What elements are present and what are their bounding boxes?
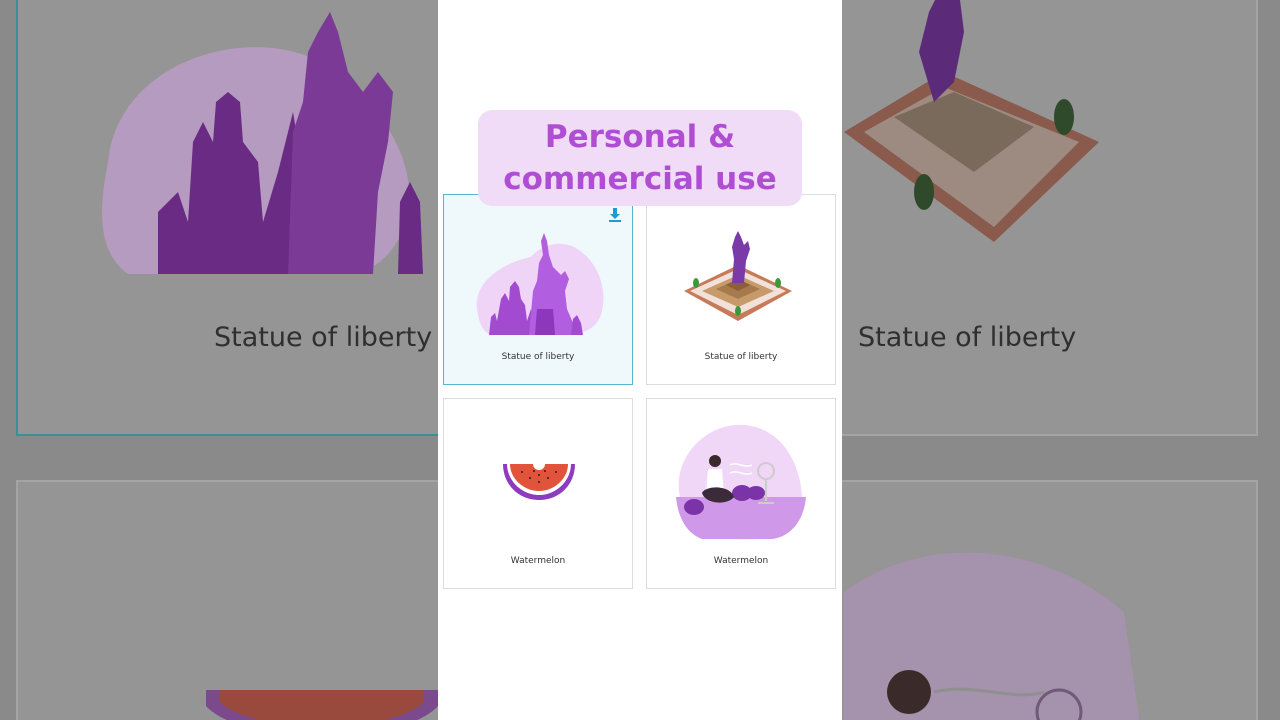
background-illustration [102,12,423,274]
blurred-background-right: Statue of liberty [842,0,1280,720]
background-person-illustration [844,552,1140,720]
banner-line-1: Personal & [544,119,736,155]
download-icon[interactable] [608,207,622,223]
illustration-card[interactable]: Statue of liberty [646,194,836,385]
banner-text: Personal & commercial use [503,116,776,200]
background-card-label: Statue of liberty [214,322,433,353]
promo-banner: Personal & commercial use [478,110,802,206]
background-card: Statue of liberty [842,0,1258,436]
illustration-card[interactable]: Watermelon [646,398,836,589]
watermelon-slice-illustration [503,462,575,500]
card-label: Statue of liberty [501,352,575,362]
main-panel: Personal & commercial use Statue of libe… [438,0,842,720]
background-watermelon [206,690,438,720]
person-eating-watermelon-illustration [676,424,806,540]
card-label: Watermelon [713,556,769,566]
background-card [16,480,438,720]
card-label: Watermelon [510,556,566,566]
blurred-background-left: Statue of liberty [0,0,438,720]
background-card [842,480,1258,720]
background-illustration [844,0,1099,242]
card-label: Statue of liberty [704,352,778,362]
background-card-label: Statue of liberty [858,322,1077,353]
illustration-card[interactable]: Watermelon [443,398,633,589]
statue-silhouette-illustration [476,233,604,335]
banner-line-2: commercial use [503,161,777,197]
statue-isometric-illustration [684,231,792,321]
illustration-card[interactable]: Statue of liberty [443,194,633,385]
background-card: Statue of liberty [16,0,438,436]
video-frame: Statue of liberty Statue of liberty Pers… [0,0,1280,720]
